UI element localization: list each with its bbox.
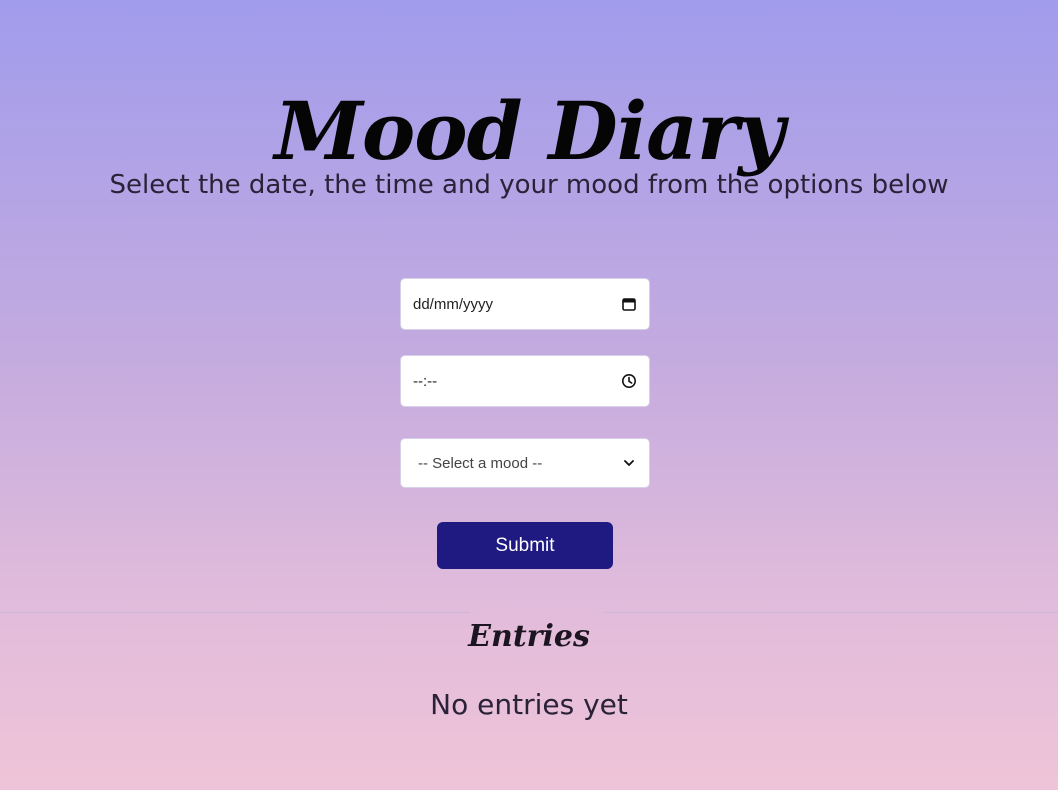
- mood-select[interactable]: -- Select a mood --: [400, 438, 650, 488]
- entries-divider-right: [604, 612, 1058, 613]
- time-input-value: --:--: [413, 372, 438, 390]
- chevron-down-icon: [621, 455, 637, 471]
- date-input-value: dd/mm/yyyy: [413, 295, 494, 313]
- date-input[interactable]: dd/mm/yyyy: [400, 278, 650, 330]
- time-input[interactable]: --:--: [400, 355, 650, 407]
- entries-heading: Entries: [468, 618, 590, 654]
- entries-empty-message: No entries yet: [430, 688, 628, 721]
- calendar-icon[interactable]: [621, 296, 637, 312]
- entries-divider-left: [0, 612, 470, 613]
- page-subtitle: Select the date, the time and your mood …: [109, 170, 949, 200]
- submit-button[interactable]: Submit: [437, 522, 613, 569]
- clock-icon[interactable]: [621, 373, 637, 389]
- mood-select-value: -- Select a mood --: [418, 454, 543, 472]
